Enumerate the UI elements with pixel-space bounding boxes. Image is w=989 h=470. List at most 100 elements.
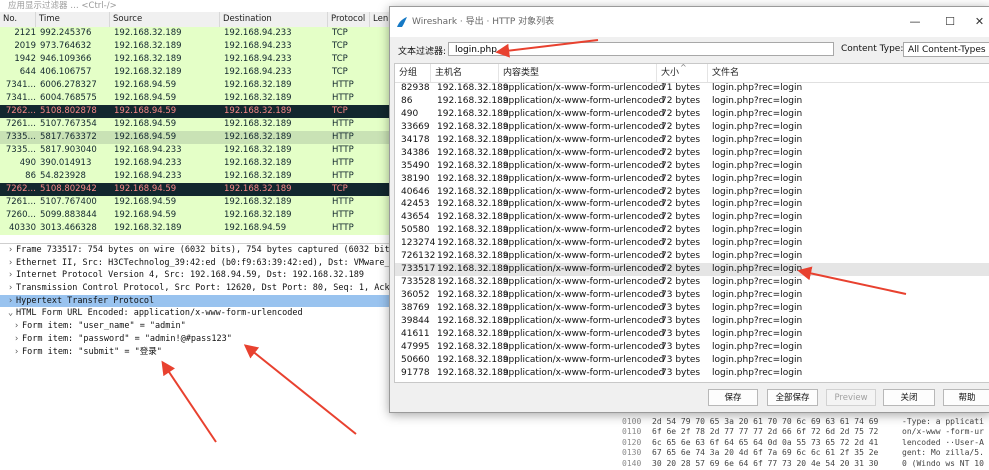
http-object-row[interactable]: 91778 192.168.32.189 application/x-www-for…: [395, 367, 989, 380]
packet-src: 192.168.94.233: [114, 145, 182, 155]
column-destination[interactable]: Destination: [220, 12, 328, 27]
http-object-row[interactable]: 39844 192.168.32.189 application/x-www-for…: [395, 315, 989, 328]
expand-triangle-icon[interactable]: ⌄: [8, 307, 16, 320]
packet-list: 2121 992.245376 192.168.32.189 192.168.94.2…: [0, 27, 400, 235]
http-object-row[interactable]: 35490 192.168.32.189 application/x-www-for…: [395, 160, 989, 173]
detail-tree-item[interactable]: › Form item: "submit" = "登录": [0, 346, 400, 359]
http-object-row[interactable]: 733517 192.168.32.189 application/x-www-fo…: [395, 263, 989, 277]
packet-row[interactable]: 2019 973.764632 192.168.32.189 192.168.94.2…: [0, 40, 400, 53]
http-object-row[interactable]: 40646 192.168.32.189 application/x-www-for…: [395, 186, 989, 199]
http-object-row[interactable]: 38190 192.168.32.189 application/x-www-for…: [395, 173, 989, 186]
packet-time: 5107.767354: [40, 119, 97, 129]
expand-triangle-icon[interactable]: ›: [8, 282, 16, 295]
http-object-row[interactable]: 43654 192.168.32.189 application/x-www-for…: [395, 211, 989, 224]
packet-proto: HTTP: [332, 210, 354, 220]
packet-row[interactable]: 7261… 5107.767400 192.168.94.59 192.168.32.…: [0, 196, 400, 209]
http-object-row[interactable]: 42453 192.168.32.189 application/x-www-for…: [395, 198, 989, 211]
detail-tree-item[interactable]: › Form item: "password" = "admin!@#pass12…: [0, 333, 400, 346]
http-object-row[interactable]: 726132 192.168.32.189 application/x-www-fo…: [395, 250, 989, 263]
http-object-row[interactable]: 38769 192.168.32.189 application/x-www-for…: [395, 302, 989, 315]
cell-ct: application/x-www-form-urlencoded: [503, 341, 665, 352]
http-object-row[interactable]: 50660 192.168.32.189 application/x-www-for…: [395, 354, 989, 367]
header-size[interactable]: 大小 ^: [657, 64, 708, 82]
packet-row[interactable]: 40330 3013.466328 192.168.32.189 192.168.94…: [0, 222, 400, 235]
packet-row[interactable]: 7260… 5099.883844 192.168.94.59 192.168.32.…: [0, 209, 400, 222]
packet-row[interactable]: 7341… 6004.768575 192.168.94.59 192.168.32.…: [0, 92, 400, 105]
text-filter-input[interactable]: login.php: [448, 42, 834, 56]
header-content-type[interactable]: 内容类型: [499, 64, 657, 82]
cell-size: 72 bytes: [661, 108, 701, 119]
help-button[interactable]: 帮助: [943, 389, 989, 406]
packet-row[interactable]: 7262… 5108.802878 192.168.94.59 192.168.32.…: [0, 105, 400, 118]
hex-row: 0130 67 65 6e 74 3a 20 4d 6f 7a 69 6c 6c …: [612, 448, 989, 459]
http-object-row[interactable]: 123274 192.168.32.189 application/x-www-fo…: [395, 237, 989, 250]
packet-row[interactable]: 7341… 6006.278327 192.168.94.59 192.168.32.…: [0, 79, 400, 92]
expand-triangle-icon[interactable]: ›: [8, 295, 16, 308]
detail-tree-item[interactable]: › Transmission Control Protocol, Src Port…: [0, 282, 400, 295]
header-hostname[interactable]: 主机名: [431, 64, 499, 82]
packet-no: 7261…: [5, 197, 36, 207]
save-all-button[interactable]: 全部保存: [767, 389, 818, 406]
detail-tree-item[interactable]: › Internet Protocol Version 4, Src: 192.1…: [0, 269, 400, 282]
column-time[interactable]: Time: [36, 12, 110, 27]
save-button[interactable]: 保存: [708, 389, 758, 406]
packet-row[interactable]: 7262… 5108.802942 192.168.94.59 192.168.32.…: [0, 183, 400, 196]
packet-row[interactable]: 1942 946.109366 192.168.32.189 192.168.94.2…: [0, 53, 400, 66]
http-object-row[interactable]: 34178 192.168.32.189 application/x-www-for…: [395, 134, 989, 147]
detail-tree-item[interactable]: › Ethernet II, Src: H3CTechnolog_39:42:ed…: [0, 257, 400, 270]
detail-tree-item[interactable]: ⌄ HTML Form URL Encoded: application/x-ww…: [0, 307, 400, 320]
cell-file: login.php?rec=login: [712, 328, 803, 339]
close-icon[interactable]: ✕: [969, 7, 989, 37]
expand-triangle-icon[interactable]: ›: [8, 244, 16, 257]
maximize-icon[interactable]: ☐: [934, 7, 966, 37]
cell-size: 72 bytes: [661, 238, 701, 249]
packet-time: 54.823928: [40, 171, 86, 181]
minimize-icon[interactable]: —: [899, 7, 931, 37]
header-packet[interactable]: 分组: [395, 64, 431, 82]
packet-dst: 192.168.32.189: [224, 132, 292, 142]
expand-triangle-icon[interactable]: ›: [14, 333, 22, 346]
close-button[interactable]: 关闭: [883, 389, 935, 406]
cell-pkt: 91778: [401, 367, 430, 378]
detail-tree-item[interactable]: › Hypertext Transfer Protocol: [0, 294, 400, 308]
http-object-row[interactable]: 36052 192.168.32.189 application/x-www-for…: [395, 289, 989, 302]
expand-triangle-icon[interactable]: ›: [8, 257, 16, 270]
http-object-row[interactable]: 490 192.168.32.189 application/x-www-form-…: [395, 108, 989, 121]
cell-file: login.php?rec=login: [712, 199, 803, 210]
http-object-row[interactable]: 733528 192.168.32.189 application/x-www-fo…: [395, 276, 989, 289]
packet-row[interactable]: 86 54.823928 192.168.94.233 192.168.32.189 H…: [0, 170, 400, 183]
cell-ct: application/x-www-form-urlencoded: [503, 277, 665, 288]
preview-button[interactable]: Preview: [826, 389, 876, 406]
http-object-row[interactable]: 82938 192.168.32.189 application/x-www-for…: [395, 82, 989, 95]
http-object-row[interactable]: 41611 192.168.32.189 application/x-www-for…: [395, 328, 989, 341]
http-object-row[interactable]: 33669 192.168.32.189 application/x-www-for…: [395, 121, 989, 134]
packet-row[interactable]: 490 390.014913 192.168.94.233 192.168.32.18…: [0, 157, 400, 170]
expand-triangle-icon[interactable]: ›: [14, 320, 22, 333]
http-object-row[interactable]: 47995 192.168.32.189 application/x-www-for…: [395, 341, 989, 354]
http-object-row[interactable]: 50580 192.168.32.189 application/x-www-for…: [395, 224, 989, 237]
http-object-row[interactable]: 34386 192.168.32.189 application/x-www-for…: [395, 147, 989, 160]
hex-hex: 6c 65 6e 63 6f 64 65 64 0d 0a 55 73 65 7…: [652, 437, 879, 447]
packet-row[interactable]: 7261… 5107.767354 192.168.94.59 192.168.32.…: [0, 118, 400, 131]
packet-row[interactable]: 2121 992.245376 192.168.32.189 192.168.94.2…: [0, 27, 400, 40]
detail-tree-item[interactable]: › Frame 733517: 754 bytes on wire (6032 b…: [0, 244, 400, 257]
hex-hex: 2d 54 79 70 65 3a 20 61 70 70 6c 69 63 6…: [652, 416, 879, 426]
expand-triangle-icon[interactable]: ›: [14, 346, 22, 359]
hex-ascii: on/x-www -form-ur: [902, 427, 984, 436]
column-no[interactable]: No.: [0, 12, 36, 27]
packet-src: 192.168.94.59: [114, 119, 177, 129]
packet-src: 192.168.94.233: [114, 171, 182, 181]
http-object-row[interactable]: 86 192.168.32.189 application/x-www-form-u…: [395, 95, 989, 108]
packet-row[interactable]: 7335… 5817.763372 192.168.94.59 192.168.32.…: [0, 131, 400, 144]
content-type-select[interactable]: All Content-Types: [903, 42, 989, 57]
column-protocol[interactable]: Protocol: [328, 12, 370, 27]
expand-triangle-icon[interactable]: ›: [8, 269, 16, 282]
packet-row[interactable]: 7335… 5817.903040 192.168.94.233 192.168.32…: [0, 144, 400, 157]
column-source[interactable]: Source: [110, 12, 220, 27]
header-filename[interactable]: 文件名: [708, 64, 989, 82]
table-body: 82938 192.168.32.189 application/x-www-for…: [395, 82, 989, 380]
packet-src: 192.168.94.59: [114, 210, 177, 220]
detail-tree-item[interactable]: › Form item: "user_name" = "admin": [0, 320, 400, 333]
packet-no: 86: [25, 171, 36, 181]
packet-row[interactable]: 644 406.106757 192.168.32.189 192.168.94.23…: [0, 66, 400, 79]
